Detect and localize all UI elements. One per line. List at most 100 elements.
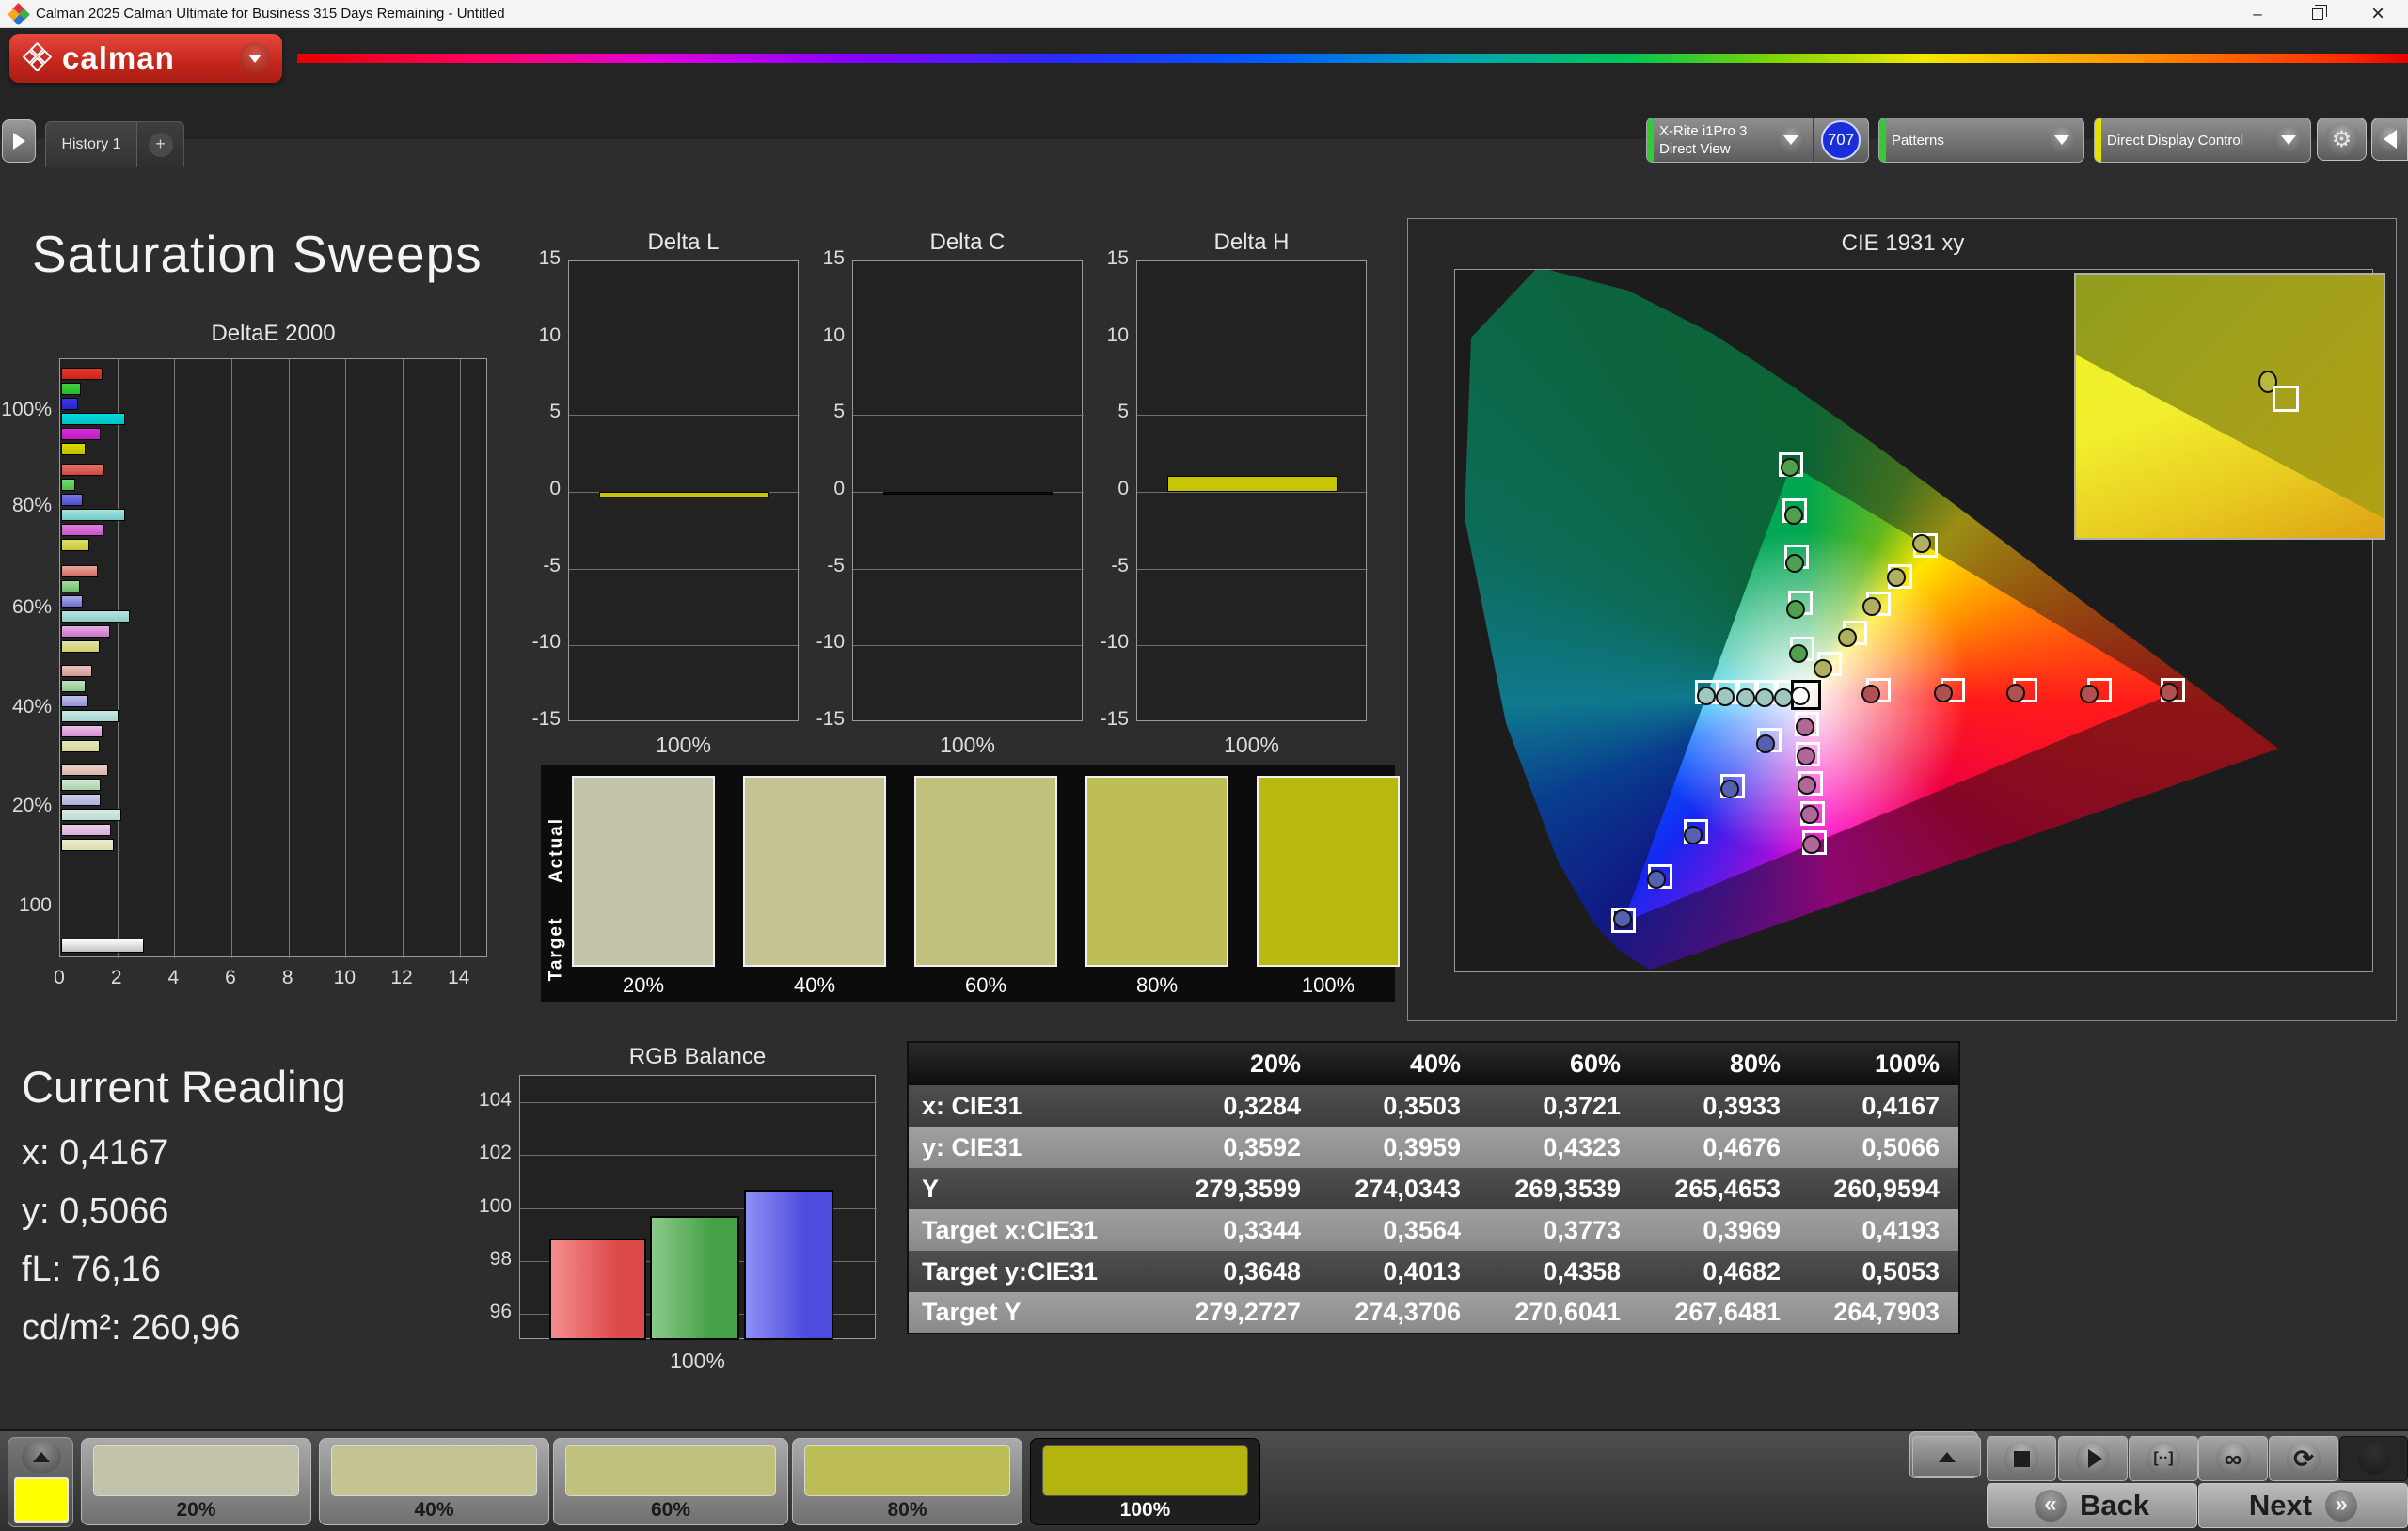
table-cell: 0,3503 [1320,1085,1480,1127]
transport-controls: [··] ∞ ⟳ «Back Next» [1909,1431,2408,1531]
delta-y-tick: 5 [794,401,845,423]
gridline [289,359,290,958]
pattern-button-20%[interactable]: 20% [81,1438,311,1525]
deltae-bar-100%-4 [61,428,101,440]
reading-label: x: [22,1133,59,1173]
step-icon: [··] [2153,1450,2173,1467]
deltae-bar-20%-3 [61,809,121,821]
next-button[interactable]: Next» [2198,1483,2408,1528]
table-cell: 260,9594 [1799,1168,1959,1209]
refresh-button[interactable]: ⟳ [2269,1436,2338,1481]
table-cell: 270,6041 [1480,1292,1640,1334]
deltae-bar-60%-0 [61,565,98,577]
restore-icon [2312,8,2323,20]
delta-y-tick: 5 [1078,401,1129,423]
deltae-bar-20%-2 [61,794,101,806]
deltae-bar-40%-4 [61,725,103,737]
deltae-bar-100%-3 [61,413,125,425]
app-header: calman History 1 + X-Rite i1Pro 3 Direct… [0,28,2408,139]
gridline [403,359,404,958]
table-corner-cell [908,1042,1160,1085]
cie-actual-yellow-4 [1887,568,1906,587]
rgb-bar-red [549,1239,646,1340]
deltae-bar-20%-0 [61,764,108,776]
delta-y-tick: 0 [794,478,845,500]
deltae-x-tick: 14 [440,967,478,989]
reading-label: y: [22,1192,59,1231]
rgb-y-tick: 104 [463,1089,512,1112]
gridline [853,569,1084,570]
close-button[interactable]: × [2348,0,2408,27]
back-button[interactable]: «Back [1987,1483,2197,1528]
deltae-bar-100%-0 [61,368,103,380]
pattern-up-button[interactable] [22,1441,61,1473]
delta-y-tick: 15 [1078,247,1129,270]
pattern-button-label: 20% [82,1499,310,1522]
step-button[interactable]: [··] [2129,1436,2198,1481]
table-row-label: x: CIE31 [908,1085,1160,1127]
reading-value: 0,5066 [59,1192,168,1231]
delta-chart-title: Delta L [568,229,799,256]
gridline [853,415,1084,416]
compare-swatch-40% [743,776,886,967]
pattern-button-60%[interactable]: 60% [553,1438,788,1525]
deltae-x-tick: 10 [325,967,363,989]
play-icon [2088,1449,2102,1468]
active-pattern-swatch [14,1477,69,1523]
compare-swatch-60% [914,776,1057,967]
calman-menu-caret[interactable] [239,42,271,74]
delta-chart-title: Delta C [852,229,1083,256]
rgb-balance-title: RGB Balance [519,1044,876,1070]
table-cell: 0,3344 [1160,1209,1320,1251]
compare-swatch-label: 60% [914,973,1057,998]
stop-button[interactable] [1987,1436,2056,1481]
table-cell: 0,3933 [1640,1085,1799,1127]
reading-value: 0,4167 [59,1133,168,1173]
gridline [231,359,232,958]
cie-actual-red-5 [2160,683,2178,702]
deltae-bar-40%-0 [61,665,92,677]
table-cell: 0,3959 [1320,1127,1480,1168]
rgb-y-tick: 98 [463,1248,512,1271]
deltae-bar-40%-1 [61,680,86,692]
compare-swatch-label: 100% [1257,973,1400,998]
pattern-button-80%[interactable]: 80% [792,1438,1022,1525]
pattern-button-100%[interactable]: 100% [1030,1438,1260,1525]
delta-y-tick: 15 [794,247,845,270]
delta-y-tick: -15 [794,708,845,731]
pattern-button-40%[interactable]: 40% [319,1438,549,1525]
play-button[interactable] [2058,1436,2128,1481]
rgb-bar-blue [744,1190,833,1340]
calman-menu-button[interactable]: calman [9,34,282,83]
deltae-bar-60%-2 [61,595,83,608]
delta-x-label: 100% [1136,733,1367,758]
table-cell: 0,3564 [1320,1209,1480,1251]
meter-name: X-Rite i1Pro 3 [1659,122,1747,140]
cie-actual-magenta-5 [1802,835,1821,854]
table-row-label: y: CIE31 [908,1127,1160,1168]
deltae-x-tick: 12 [383,967,420,989]
deltae-x-tick: 8 [269,967,307,989]
next-arrow-icon: » [2325,1490,2357,1522]
pattern-swatch-40% [331,1445,537,1496]
table-cell: 0,3648 [1160,1251,1320,1292]
compare-swatch-label: 40% [743,973,886,998]
loop-button[interactable]: ∞ [2198,1436,2268,1481]
gridline [569,415,800,416]
table-row: y: CIE310,35920,39590,43230,46760,5066 [908,1127,1959,1168]
deltae-bar-80%-2 [61,494,83,506]
record-dot-icon [2358,1443,2390,1475]
transport-up-button[interactable] [1912,1436,1981,1477]
stop-icon [2014,1451,2030,1467]
deltae-plot-area [59,358,487,957]
minimize-button[interactable]: – [2227,0,2288,27]
pattern-button-label: 80% [793,1499,1022,1522]
table-row-label: Target Y [908,1292,1160,1334]
deltae-group-label: 20% [1,795,52,817]
record-button[interactable] [2339,1436,2408,1481]
restore-button[interactable] [2288,0,2348,27]
table-cell: 0,4013 [1320,1251,1480,1292]
pattern-button-label: 60% [554,1499,787,1522]
delta-h-plot [1136,260,1367,721]
refresh-icon: ⟳ [2293,1444,2314,1474]
